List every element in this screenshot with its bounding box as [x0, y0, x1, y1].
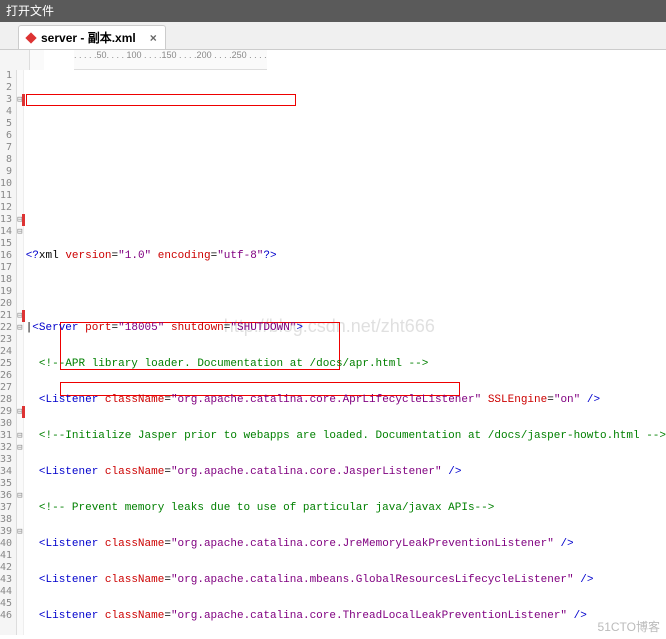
- close-icon[interactable]: ×: [150, 31, 157, 45]
- fold-column[interactable]: ⊟ ⊟⊟ ⊟⊟⊟ ⊟⊟⊟⊟: [17, 70, 24, 635]
- ruler-marks: . . . . .50. . . . 100 . . . .150 . . . …: [74, 50, 267, 60]
- tab-label: server - 副本.xml: [41, 31, 136, 45]
- xml-file-icon: [25, 32, 36, 43]
- window-titlebar: 打开文件: [0, 0, 666, 22]
- window-title: 打开文件: [6, 4, 54, 18]
- code-editor[interactable]: 12345678910 11121314151617181920 2122232…: [0, 70, 666, 635]
- footer-watermark: 51CTO博客: [598, 618, 660, 635]
- file-tab[interactable]: server - 副本.xml ×: [18, 25, 166, 49]
- code-content[interactable]: http://blog.csdn.net/zht666 <?xml versio…: [24, 70, 666, 635]
- tab-bar: server - 副本.xml ×: [0, 22, 666, 50]
- horizontal-ruler: . . . . .50. . . . 100 . . . .150 . . . …: [74, 50, 267, 70]
- line-number-gutter: 12345678910 11121314151617181920 2122232…: [0, 70, 17, 635]
- ruler-row: . . . . .50. . . . 100 . . . .150 . . . …: [0, 50, 666, 70]
- highlight-box-server: [26, 94, 296, 106]
